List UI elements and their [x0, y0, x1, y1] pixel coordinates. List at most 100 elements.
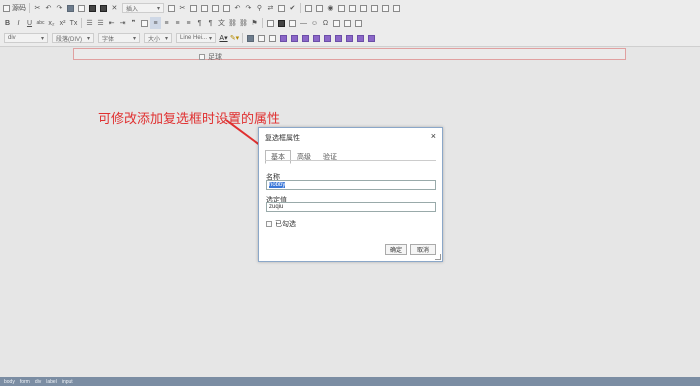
crumb-input[interactable]: input	[62, 379, 73, 385]
format-select[interactable]: 段落(DIV) ▾	[52, 33, 94, 43]
table-icon[interactable]	[287, 17, 298, 29]
anchor-icon[interactable]: ⚑	[249, 17, 260, 29]
hr-icon[interactable]: —	[298, 17, 309, 29]
crumb-label[interactable]: label	[46, 379, 57, 385]
paste-word-icon[interactable]	[221, 2, 232, 14]
textarea-icon[interactable]	[347, 2, 358, 14]
purple-8-icon[interactable]	[355, 32, 366, 44]
special-char-icon[interactable]: Ω	[320, 17, 331, 29]
text-color-icon[interactable]: A▾	[218, 32, 229, 44]
purple-5-icon[interactable]	[322, 32, 333, 44]
name-field[interactable]: hobby	[266, 180, 436, 190]
remove-format-icon[interactable]: Tx	[68, 17, 79, 29]
hidden-field-icon[interactable]	[391, 2, 402, 14]
italic-icon[interactable]: I	[13, 17, 24, 29]
purple-1-icon[interactable]	[278, 32, 289, 44]
font-select[interactable]: 字体 ▾	[98, 33, 140, 43]
purple-6-icon[interactable]	[333, 32, 344, 44]
unlink-icon[interactable]: ⛓	[238, 17, 249, 29]
radio-icon[interactable]: ◉	[325, 2, 336, 14]
crumb-body[interactable]: body	[4, 379, 15, 385]
show-blocks-icon[interactable]	[256, 32, 267, 44]
pagebreak-icon[interactable]	[331, 17, 342, 29]
checkbox-icon[interactable]	[314, 2, 325, 14]
tab-validation[interactable]: 验证	[317, 150, 343, 164]
purple-2-icon[interactable]	[289, 32, 300, 44]
ltr-icon[interactable]: ¶	[194, 17, 205, 29]
tab-basic[interactable]: 基本	[265, 150, 291, 164]
bg-color-icon[interactable]: ✎▾	[229, 32, 240, 44]
purple-7-icon[interactable]	[344, 32, 355, 44]
undo-icon[interactable]: ↶	[43, 2, 54, 14]
resize-handle[interactable]	[435, 254, 441, 260]
new-doc-icon[interactable]	[76, 2, 87, 14]
image-icon[interactable]	[265, 17, 276, 29]
editor-checkbox[interactable]	[199, 54, 205, 60]
value-field[interactable]: zuqiu	[266, 202, 436, 212]
lineheight-select[interactable]: Line Hei... ▾	[176, 33, 216, 43]
div-icon[interactable]	[139, 17, 150, 29]
cancel-button[interactable]: 取消	[410, 244, 436, 255]
checked-option[interactable]: 已勾选	[266, 219, 296, 229]
checked-checkbox[interactable]	[266, 221, 272, 227]
checkbox-row[interactable]: 足球	[199, 52, 222, 62]
fullscreen-icon[interactable]	[245, 32, 256, 44]
link-icon[interactable]: ⛓	[227, 17, 238, 29]
tag-select[interactable]: div ▾	[4, 33, 48, 43]
align-center-icon[interactable]: ≡	[161, 17, 172, 29]
numbered-list-icon[interactable]: ☰	[84, 17, 95, 29]
underline-icon[interactable]: U	[24, 17, 35, 29]
replace-icon[interactable]: ⇄	[265, 2, 276, 14]
blockquote-icon[interactable]: ❞	[128, 17, 139, 29]
insert-select[interactable]: 插入 ▾	[121, 3, 164, 13]
select-all-icon[interactable]	[276, 2, 287, 14]
clear-icon[interactable]: ✕	[109, 2, 120, 14]
find-icon[interactable]: ⚲	[254, 2, 265, 14]
paste-text-icon[interactable]	[210, 2, 221, 14]
print-icon[interactable]	[87, 2, 98, 14]
indent-icon[interactable]: ⇥	[117, 17, 128, 29]
purple-3-icon[interactable]	[300, 32, 311, 44]
spellcheck-icon[interactable]: ✔	[287, 2, 298, 14]
form-div[interactable]: 足球	[73, 48, 626, 62]
scissors-icon[interactable]: ✂	[177, 2, 188, 14]
select-field-icon[interactable]	[358, 2, 369, 14]
rtl-icon[interactable]: ¶	[205, 17, 216, 29]
bold-icon[interactable]: B	[2, 17, 13, 29]
button-field-icon[interactable]	[369, 2, 380, 14]
redo2-icon[interactable]: ↷	[243, 2, 254, 14]
crumb-form[interactable]: form	[20, 379, 30, 385]
ok-button[interactable]: 确定	[385, 244, 407, 255]
save-icon[interactable]	[65, 2, 76, 14]
source-button[interactable]: 源码	[2, 2, 27, 14]
widget-icon[interactable]	[267, 32, 278, 44]
flash-icon[interactable]	[276, 17, 287, 29]
redo-icon[interactable]: ↷	[54, 2, 65, 14]
smiley-icon[interactable]: ☺	[309, 17, 320, 29]
superscript-icon[interactable]: x²	[57, 17, 68, 29]
cut-icon[interactable]: ✂	[32, 2, 43, 14]
outdent-icon[interactable]: ⇤	[106, 17, 117, 29]
align-left-icon[interactable]: ≡	[150, 17, 161, 29]
lock-icon[interactable]	[98, 2, 109, 14]
undo2-icon[interactable]: ↶	[232, 2, 243, 14]
iframe-icon[interactable]	[342, 17, 353, 29]
paste-icon[interactable]	[199, 2, 210, 14]
align-justify-icon[interactable]: ≡	[183, 17, 194, 29]
purple-9-icon[interactable]	[366, 32, 377, 44]
strike-icon[interactable]: abc	[35, 17, 46, 29]
tab-advanced[interactable]: 高级	[291, 150, 317, 164]
bulleted-list-icon[interactable]: ☰	[95, 17, 106, 29]
purple-4-icon[interactable]	[311, 32, 322, 44]
form-icon[interactable]	[303, 2, 314, 14]
textfield-icon[interactable]	[336, 2, 347, 14]
image-button-icon[interactable]	[380, 2, 391, 14]
template-icon[interactable]	[166, 2, 177, 14]
maximize-icon[interactable]	[353, 17, 364, 29]
subscript-icon[interactable]: x₂	[46, 17, 57, 29]
align-right-icon[interactable]: ≡	[172, 17, 183, 29]
size-select[interactable]: 大小 ▾	[144, 33, 172, 43]
language-icon[interactable]: 文	[216, 17, 227, 29]
copy-icon[interactable]	[188, 2, 199, 14]
crumb-div[interactable]: div	[35, 379, 41, 385]
